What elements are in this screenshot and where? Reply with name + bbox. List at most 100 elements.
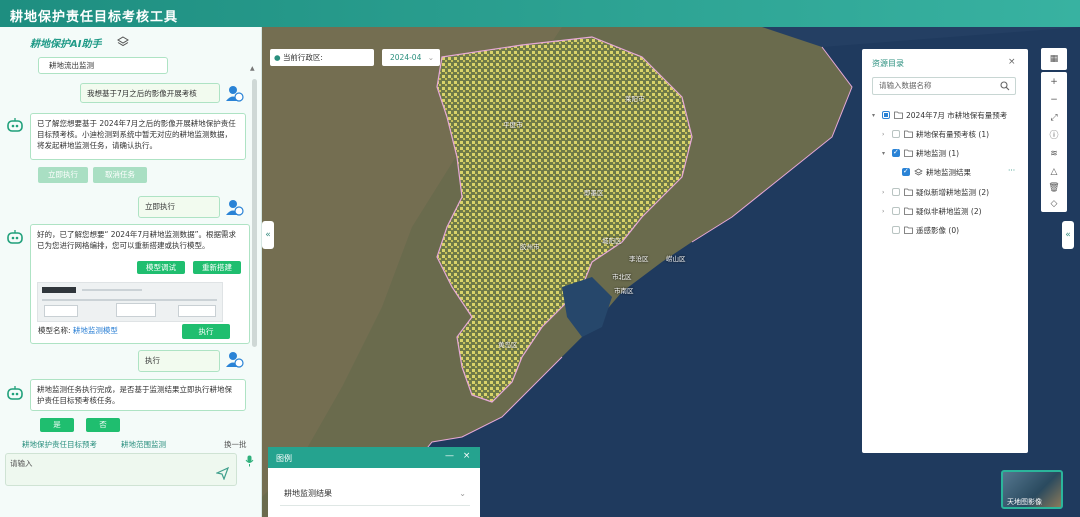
legend-panel: 图例 — × 耕地监测结果 ⌄ — [268, 447, 480, 517]
tree-item-root[interactable]: 2024年7月 市耕地保有量预考 — [906, 110, 1007, 121]
legend-selected-label: 耕地监测结果 — [284, 489, 332, 498]
chat-scrollbar[interactable] — [252, 79, 257, 347]
tree-item-label: 耕地监测 — [916, 149, 946, 158]
collapse-left-button[interactable]: « — [262, 221, 274, 249]
tree-item-label: 疑似非耕地监测 — [916, 207, 969, 216]
folder-icon — [904, 188, 913, 196]
basemap-label: 天地图影像 — [1007, 498, 1042, 506]
catalog-search-input[interactable]: 请输入数据名称 — [872, 77, 1016, 95]
tree-checkbox[interactable] — [892, 148, 900, 157]
refresh-suggestions-link[interactable]: 换一批 — [224, 439, 247, 450]
top-chip[interactable]: 耕地流出监测 — [38, 57, 168, 74]
expand-icon[interactable]: › — [882, 189, 884, 196]
tree-item[interactable]: 疑似新增耕地监测 (2) — [916, 187, 989, 198]
model-name-row: 模型名称: 耕地监测模型 — [38, 325, 118, 336]
layers-toggle-icon[interactable]: ≋ — [1046, 146, 1062, 162]
toolbar-top: ▦ — [1041, 48, 1067, 70]
legend-header: 图例 — × — [268, 447, 480, 468]
cancel-task-button[interactable]: 取消任务 — [93, 167, 147, 183]
region-selector[interactable]: ● 当前行政区: — [270, 49, 374, 66]
tree-item-count: (0) — [948, 226, 960, 235]
map-label: 城阳区 — [602, 237, 622, 245]
chat-input[interactable]: 请输入 — [5, 453, 237, 486]
close-icon[interactable]: × — [1008, 57, 1016, 67]
no-button[interactable]: 否 — [86, 418, 120, 432]
collapse-right-button[interactable]: « — [1062, 221, 1074, 249]
bot-message: 耕地监测任务执行完成，是否基于监测结果立即执行耕地保护责任目标预考核任务。 — [30, 379, 246, 411]
chat-input-placeholder: 请输入 — [10, 459, 33, 468]
map-label: 胶州市 — [520, 243, 540, 251]
expand-icon[interactable]: ▾ — [872, 112, 875, 119]
folder-icon — [904, 149, 913, 157]
app-header: 耕地保护责任目标考核工具 — [0, 0, 1080, 27]
yes-button[interactable]: 是 — [40, 418, 74, 432]
top-chip-label: 耕地流出监测 — [49, 61, 94, 70]
folder-icon — [904, 226, 913, 234]
expand-icon[interactable]: › — [882, 131, 884, 138]
layers-icon[interactable] — [117, 36, 129, 48]
expand-icon[interactable]: › — [882, 208, 884, 215]
quick-link-monitoring[interactable]: 耕地范围监测 — [121, 439, 166, 450]
model-debug-button[interactable]: 模型调试 — [137, 261, 185, 274]
tree-checkbox[interactable] — [902, 167, 910, 176]
grid-icon[interactable]: ▦ — [1046, 51, 1062, 67]
legend-layer-select[interactable]: 耕地监测结果 ⌄ — [280, 486, 470, 506]
map-label: 即墨区 — [584, 189, 604, 197]
chevron-down-icon: ⌄ — [459, 489, 466, 498]
tree-checkbox[interactable] — [892, 130, 900, 138]
expand-icon[interactable]: ▾ — [882, 150, 885, 157]
tree-item[interactable]: 耕地保有量预考核 (1) — [916, 129, 989, 140]
eraser-icon[interactable]: ◇ — [1046, 196, 1062, 212]
microphone-icon[interactable] — [245, 455, 254, 467]
tree-item-label: 2024年7月 市耕地保有量预考 — [906, 111, 1008, 120]
basemap-switcher[interactable]: 天地图影像 — [1001, 470, 1063, 509]
tree-item[interactable]: 疑似非耕地监测 (2) — [916, 206, 982, 217]
date-select[interactable]: 2024-04 ⌄ — [382, 49, 440, 66]
model-name-link[interactable]: 耕地监测模型 — [73, 326, 118, 335]
tree-checkbox[interactable] — [882, 111, 890, 119]
tree-item[interactable]: 耕地监测 (1) — [916, 148, 959, 159]
zoom-out-icon[interactable]: − — [1046, 92, 1062, 108]
fullscreen-icon[interactable]: ⤢ — [1046, 110, 1062, 126]
scroll-up-icon[interactable]: ▲ — [250, 65, 255, 72]
message-text: 已了解您想要基于 2024年7月之后的影像开展耕地保护责任目标预考核。小迪检测到… — [37, 119, 236, 150]
minimize-icon[interactable]: — — [445, 451, 454, 461]
bot-avatar-icon — [7, 118, 23, 132]
model-preview-image[interactable] — [37, 282, 223, 322]
tree-checkbox[interactable] — [892, 188, 900, 196]
zoom-in-icon[interactable]: + — [1046, 74, 1062, 90]
bot-message: 已了解您想要基于 2024年7月之后的影像开展耕地保护责任目标预考核。小迪检测到… — [30, 113, 246, 160]
user-avatar-icon — [226, 200, 244, 216]
rebuild-button[interactable]: 重新搭建 — [193, 261, 241, 274]
tree-item-label: 耕地保有量预考核 — [916, 130, 976, 139]
message-text: 耕地监测任务执行完成，是否基于监测结果立即执行耕地保护责任目标预考核任务。 — [37, 385, 232, 405]
layer-icon — [914, 168, 923, 176]
user-message: 执行 — [138, 350, 220, 372]
map-label: 崂山区 — [666, 255, 686, 263]
bot-avatar-icon — [7, 386, 23, 400]
chat-panel: 耕地保护AI助手 ▲ 耕地流出监测 我想基于7月之后的影像开展考核 已了解您想要… — [0, 27, 262, 517]
map-label: 市北区 — [612, 273, 632, 281]
tree-item-count: (1) — [948, 149, 960, 158]
send-icon[interactable] — [216, 467, 229, 480]
chevron-down-icon: ⌄ — [427, 53, 435, 62]
close-icon[interactable]: × — [463, 451, 471, 461]
tree-checkbox[interactable] — [892, 207, 900, 215]
more-options-icon[interactable]: ··· — [1008, 166, 1015, 175]
map-label: 李沧区 — [629, 255, 649, 263]
catalog-title: 资源目录 — [872, 59, 904, 68]
bot-avatar-icon — [7, 230, 23, 244]
location-pin-icon: ● — [274, 53, 281, 62]
search-icon[interactable] — [1000, 81, 1010, 91]
confirm-execute-button[interactable]: 立即执行 — [38, 167, 88, 183]
execute-button[interactable]: 执行 — [182, 324, 230, 339]
message-text: 立即执行 — [145, 202, 175, 211]
info-icon[interactable]: ⓘ — [1046, 128, 1062, 144]
measure-icon[interactable]: △ — [1046, 164, 1062, 180]
tree-checkbox[interactable] — [892, 226, 900, 234]
user-message: 我想基于7月之后的影像开展考核 — [80, 83, 220, 103]
quick-link-assessment[interactable]: 耕地保护责任目标预考 — [22, 439, 97, 450]
tree-item[interactable]: 遥感影像 (0) — [916, 225, 959, 236]
tree-item-layer[interactable]: 耕地监测结果 — [926, 167, 971, 178]
delete-icon[interactable]: 🗑 — [1046, 180, 1062, 196]
